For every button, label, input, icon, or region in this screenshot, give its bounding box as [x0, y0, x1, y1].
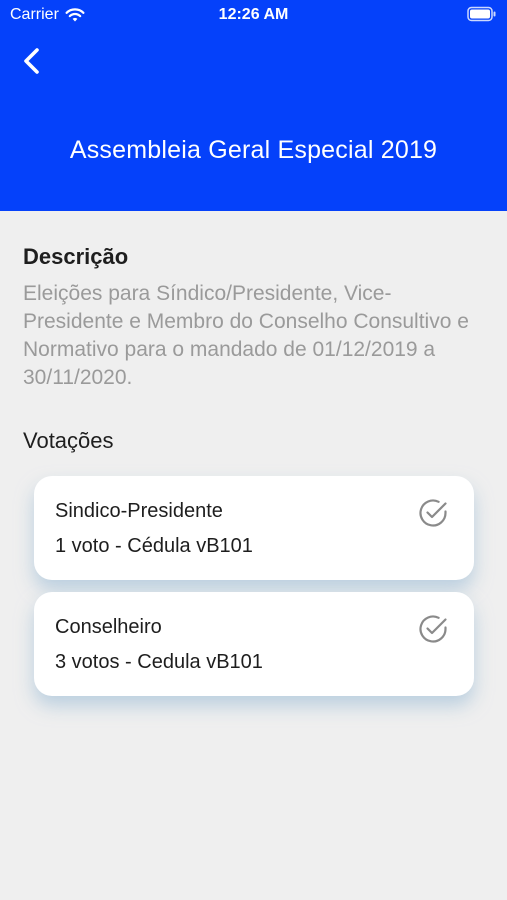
back-button[interactable]	[16, 44, 50, 78]
header: Carrier 12:26 AM Assembleia Geral Especi…	[0, 0, 507, 211]
vote-card-sindico-presidente[interactable]: Sindico-Presidente 1 voto - Cédula vB101	[34, 476, 474, 580]
check-circle-icon	[419, 499, 447, 527]
description-text: Eleições para Síndico/Presidente, Vice-P…	[23, 282, 469, 389]
status-time: 12:26 AM	[218, 6, 289, 23]
vote-card-detail: 1 voto - Cédula vB101	[55, 535, 253, 557]
status-bar: Carrier 12:26 AM	[0, 0, 507, 30]
description-section: Descrição Eleições para Síndico/Presiden…	[23, 244, 485, 392]
vote-card-detail: 3 votos - Cedula vB101	[55, 651, 263, 673]
vote-card-conselheiro[interactable]: Conselheiro 3 votos - Cedula vB101	[34, 592, 474, 696]
battery-icon	[467, 6, 496, 22]
description-heading: Descrição	[23, 244, 129, 269]
vote-card-name: Conselheiro	[55, 616, 162, 638]
check-circle-icon	[419, 615, 447, 643]
page-title: Assembleia Geral Especial 2019	[69, 136, 438, 164]
vote-card-name: Sindico-Presidente	[55, 500, 223, 522]
votes-heading: Votações	[23, 428, 114, 453]
